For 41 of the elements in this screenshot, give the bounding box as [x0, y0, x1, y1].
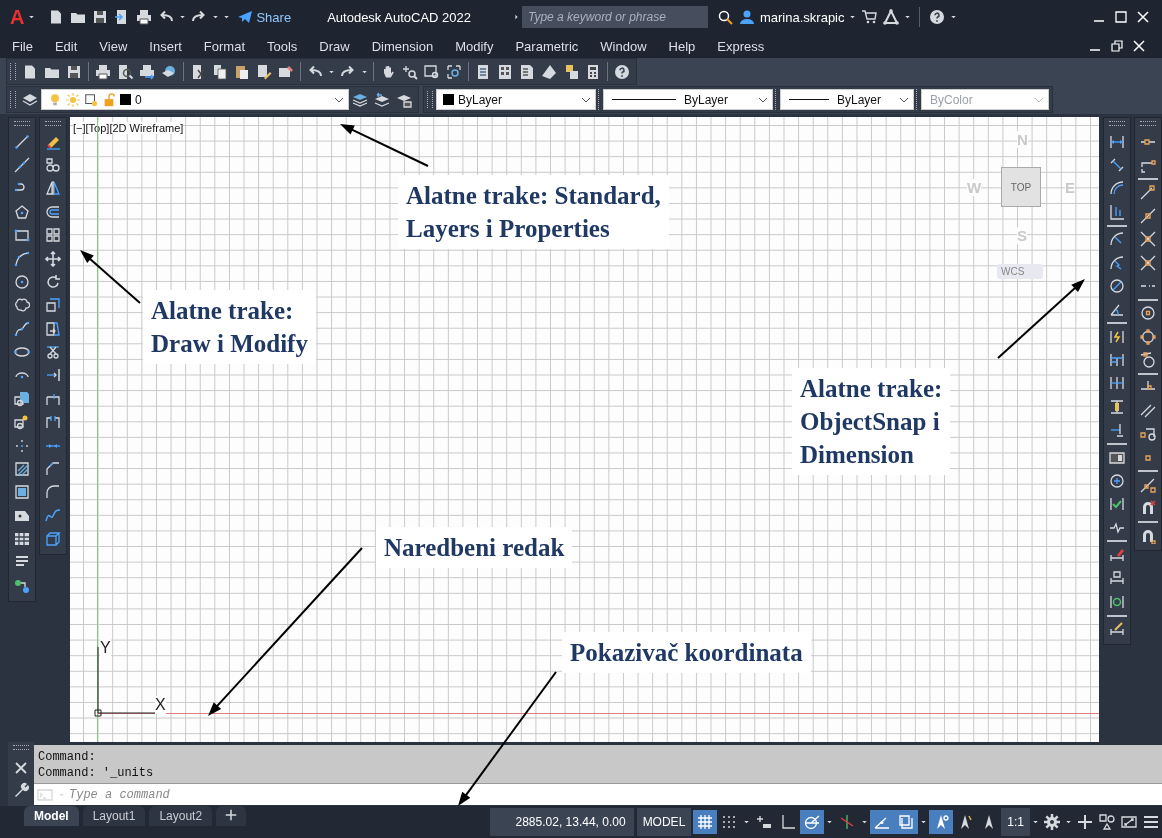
menu-item[interactable]: Format: [203, 38, 245, 54]
window-title: Autodesk AutoCAD 2022: [327, 9, 471, 25]
viewport-label[interactable]: [−][Top][2D Wireframe]: [73, 122, 184, 134]
annotation-callout: Alatne trake: Standard, Layers i Properties: [398, 175, 669, 249]
ucs-x-label: X: [155, 696, 166, 714]
layer-dropdown[interactable]: 0: [41, 89, 349, 110]
annotation-callout: Naredbeni redak: [376, 527, 573, 568]
command-input-bar[interactable]: Type a command: [34, 783, 1162, 805]
model-space-button[interactable]: MODEL: [636, 808, 692, 836]
layout-tab[interactable]: Layout2: [149, 806, 213, 826]
color-dropdown[interactable]: ByLayer: [436, 89, 596, 110]
menu-item[interactable]: File: [12, 38, 33, 54]
command-history-line: Command:: [38, 749, 97, 765]
user-menu-button[interactable]: marina.skrapic: [758, 9, 847, 25]
annotation-callout: Alatne trake: Draw i Modify: [143, 290, 316, 364]
layout-tab[interactable]: Model: [24, 806, 79, 826]
linetype-dropdown[interactable]: ByLayer: [603, 89, 773, 110]
viewcube-face[interactable]: TOP: [1001, 167, 1041, 207]
search-field[interactable]: Type a keyword or phrase: [522, 6, 708, 28]
menu-item[interactable]: Help: [668, 38, 696, 54]
annotation-callout: Alatne trake: ObjectSnap i Dimension: [792, 368, 951, 475]
menu-item[interactable]: Parametric: [515, 38, 579, 54]
application-menu-button[interactable]: A: [8, 5, 27, 29]
annotation-callout: Pokazivač koordinata: [562, 632, 811, 673]
share-button[interactable]: Share: [232, 9, 298, 25]
menu-item[interactable]: View: [99, 38, 128, 54]
menu-item[interactable]: Dimension: [371, 38, 434, 54]
menu-item[interactable]: Insert: [149, 38, 182, 54]
menu-item[interactable]: Tools: [267, 38, 298, 54]
command-field[interactable]: Type a command: [67, 786, 1162, 803]
menu-item[interactable]: Express: [717, 38, 765, 54]
lineweight-dropdown[interactable]: ByLayer: [780, 89, 914, 110]
annotation-scale-button[interactable]: 1:1: [1001, 808, 1030, 836]
menu-item[interactable]: Edit: [54, 38, 78, 54]
menu-item[interactable]: Modify: [455, 38, 494, 54]
coordinate-display[interactable]: 2885.02, 13.44, 0.00: [489, 808, 634, 836]
menu-item[interactable]: Window: [600, 38, 647, 54]
menu-item[interactable]: Draw: [319, 38, 350, 54]
layout-tab[interactable]: Layout1: [82, 806, 146, 826]
command-history-line: Command: '_units: [38, 765, 155, 781]
ucs-y-label: Y: [100, 639, 111, 657]
